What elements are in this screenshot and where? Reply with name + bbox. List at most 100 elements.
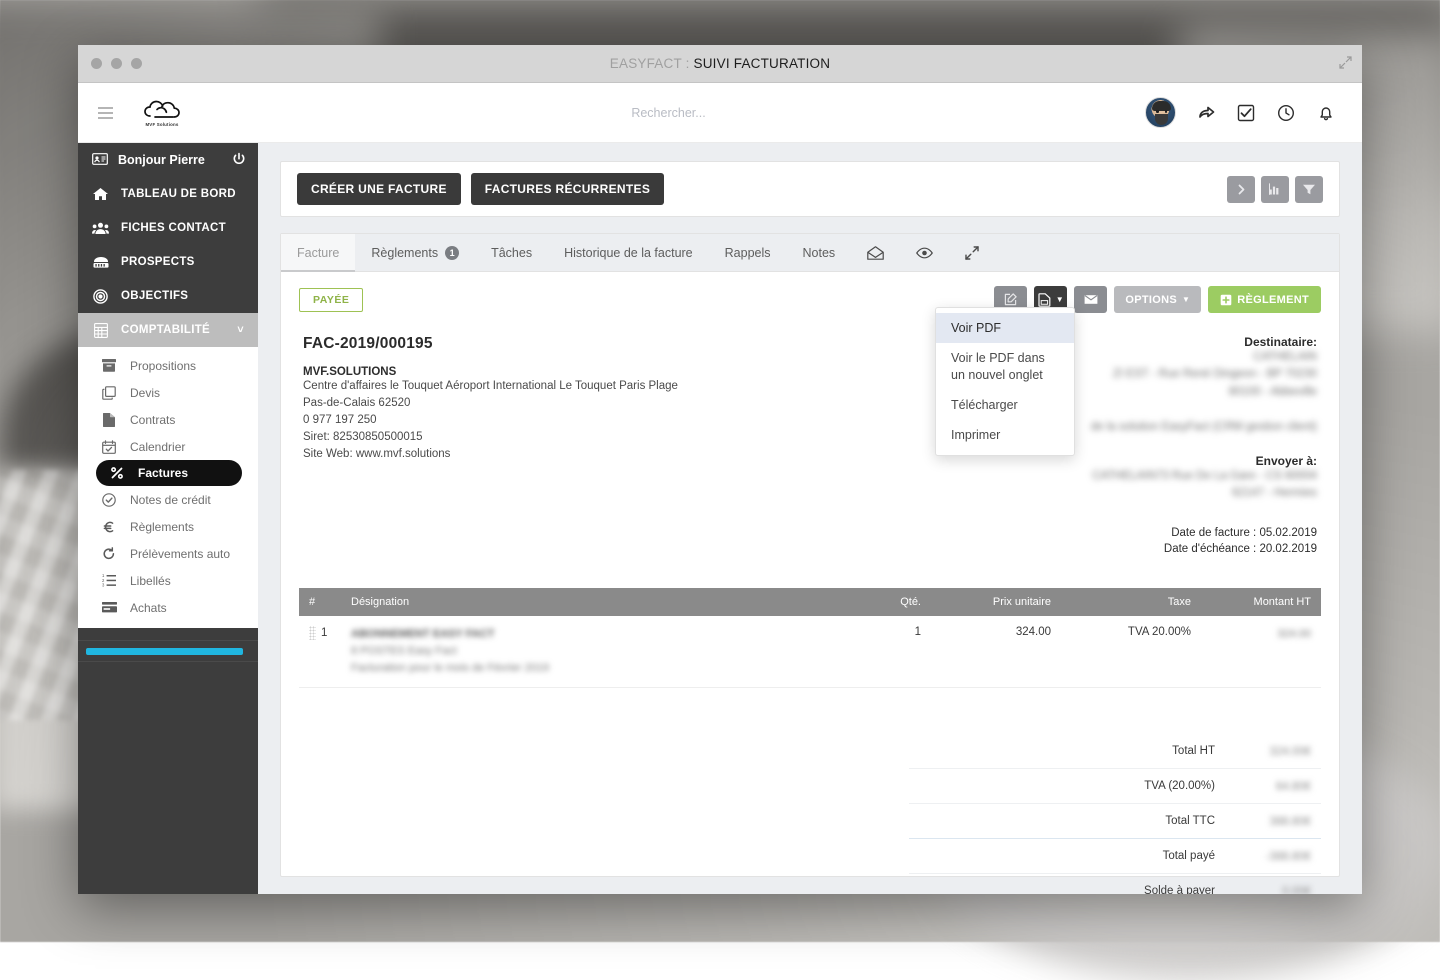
home-icon bbox=[92, 187, 109, 201]
envelope-open-icon[interactable] bbox=[851, 234, 900, 271]
tab-facture[interactable]: Facture bbox=[281, 234, 355, 271]
tab-taches[interactable]: Tâches bbox=[475, 234, 548, 271]
eye-icon[interactable] bbox=[900, 234, 949, 271]
sidebar-main-nav: TABLEAU DE BORD FICHES CONTACT bbox=[78, 177, 258, 347]
check-circle-icon bbox=[100, 493, 118, 507]
total-label: Total payé bbox=[1163, 850, 1215, 862]
total-value: -388.80€ bbox=[1215, 847, 1311, 865]
sidebar-horizontal-scrollbar[interactable] bbox=[78, 640, 258, 662]
bar-chart-icon-button[interactable] bbox=[1261, 176, 1289, 203]
menu-toggle-icon[interactable] bbox=[78, 107, 132, 119]
chevron-down-icon[interactable]: ˅ bbox=[237, 324, 244, 336]
caret-down-icon: ▼ bbox=[1182, 295, 1190, 304]
minimize-dot[interactable] bbox=[111, 58, 122, 69]
invoice-date-label: Date de facture : bbox=[1171, 527, 1256, 539]
total-value: 324.00€ bbox=[1215, 742, 1311, 760]
percent-icon bbox=[108, 466, 126, 480]
window-title-page: SUIVI FACTURATION bbox=[694, 56, 831, 71]
search-container[interactable] bbox=[559, 104, 779, 122]
create-invoice-button[interactable]: CRÉER UNE FACTURE bbox=[297, 173, 461, 205]
table-row[interactable]: 1 ABONNEMENT EASY FACT 8 POSTES Easy Fac… bbox=[299, 616, 1321, 688]
filter-icon-button[interactable] bbox=[1295, 176, 1323, 203]
email-invoice-button[interactable] bbox=[1074, 286, 1107, 313]
sidebar-item-achats[interactable]: Achats bbox=[78, 594, 258, 621]
drag-handle-icon[interactable] bbox=[309, 626, 316, 640]
sidebar-item-devis[interactable]: Devis bbox=[78, 379, 258, 406]
invoice-date-row: Date de facture : 05.02.2019 bbox=[917, 525, 1317, 542]
sidebar-greeting: Bonjour Pierre bbox=[118, 153, 205, 167]
tab-rappels[interactable]: Rappels bbox=[709, 234, 787, 271]
menu-item-imprimer[interactable]: Imprimer bbox=[936, 420, 1074, 450]
sidebar-item-factures[interactable]: Factures bbox=[96, 460, 242, 486]
menu-item-voir-pdf[interactable]: Voir PDF bbox=[936, 313, 1074, 343]
window-controls[interactable] bbox=[91, 58, 142, 69]
calculator-icon bbox=[92, 323, 109, 338]
sendto-label: Envoyer à: bbox=[917, 454, 1317, 468]
sidebar-item-label: Devis bbox=[130, 386, 160, 400]
page-toolbar: CRÉER UNE FACTURE FACTURES RÉCURRENTES bbox=[280, 161, 1340, 217]
recurring-invoices-button[interactable]: FACTURES RÉCURRENTES bbox=[471, 173, 664, 205]
invoice-date-value: 05.02.2019 bbox=[1259, 527, 1317, 539]
brand-logo[interactable]: MVF Solutions bbox=[132, 99, 192, 127]
sidebar-item-prospects[interactable]: PROSPECTS bbox=[78, 245, 258, 279]
archive-icon bbox=[100, 359, 118, 372]
power-icon[interactable] bbox=[232, 152, 246, 169]
sidebar-item-propositions[interactable]: Propositions bbox=[78, 352, 258, 379]
copy-icon bbox=[100, 386, 118, 400]
bell-icon[interactable] bbox=[1316, 103, 1336, 123]
issuer-website: Site Web: www.mvf.solutions bbox=[303, 446, 863, 463]
sidebar-item-notes-de-credit[interactable]: Notes de crédit bbox=[78, 486, 258, 513]
col-header-number: # bbox=[299, 588, 341, 616]
sidebar-item-reglements[interactable]: Règlements bbox=[78, 513, 258, 540]
sidebar-item-label: Notes de crédit bbox=[130, 493, 211, 507]
tab-notes[interactable]: Notes bbox=[787, 234, 852, 271]
caret-down-icon: ▼ bbox=[1056, 295, 1064, 304]
due-date-value: 20.02.2019 bbox=[1259, 543, 1317, 555]
resize-corner-icon[interactable] bbox=[1339, 56, 1352, 69]
sidebar-item-comptabilite[interactable]: COMPTABILITÉ ˅ bbox=[78, 313, 258, 347]
add-payment-button[interactable]: RÈGLEMENT bbox=[1208, 286, 1321, 313]
sidebar-sub-nav: Propositions Devis Contrats bbox=[78, 347, 258, 628]
sidebar-item-prelevements-auto[interactable]: Prélèvements auto bbox=[78, 540, 258, 567]
sidebar-item-tableau-de-bord[interactable]: TABLEAU DE BORD bbox=[78, 177, 258, 211]
tab-reglements[interactable]: Règlements 1 bbox=[355, 234, 475, 271]
clock-icon[interactable] bbox=[1276, 103, 1296, 123]
issuer-company-name: MVF.SOLUTIONS bbox=[303, 366, 863, 378]
check-square-icon[interactable] bbox=[1236, 103, 1256, 123]
invoice-tabs: Facture Règlements 1 Tâches Historique d… bbox=[281, 234, 1339, 272]
window-titlebar: EASYFACT : SUIVI FACTURATION bbox=[78, 45, 1362, 83]
tab-historique[interactable]: Historique de la facture bbox=[548, 234, 709, 271]
invoice-header-block: FAC-2019/000195 MVF.SOLUTIONS Centre d'a… bbox=[281, 313, 1339, 558]
total-row-tva: TVA (20.00%) 64.80€ bbox=[909, 769, 1321, 804]
share-arrow-icon[interactable] bbox=[1196, 103, 1216, 123]
search-input[interactable] bbox=[559, 106, 779, 120]
table-header-row: # Désignation Qté. Prix unitaire Taxe Mo… bbox=[299, 588, 1321, 616]
issuer-siret: Siret: 82530850500015 bbox=[303, 429, 863, 446]
sidebar-item-objectifs[interactable]: OBJECTIFS bbox=[78, 279, 258, 313]
expand-icon[interactable] bbox=[949, 234, 995, 271]
status-badge: 1 bbox=[445, 246, 459, 260]
menu-item-telecharger[interactable]: Télécharger bbox=[936, 390, 1074, 420]
calendar-icon bbox=[100, 440, 118, 454]
total-label: Total HT bbox=[1172, 745, 1215, 757]
menu-item-voir-pdf-nouvel-onglet[interactable]: Voir le PDF dans un nouvel onglet bbox=[936, 343, 1074, 390]
close-dot[interactable] bbox=[91, 58, 102, 69]
sidebar-filler bbox=[78, 662, 258, 894]
avatar[interactable] bbox=[1145, 97, 1176, 128]
tab-label: Rappels bbox=[725, 246, 771, 260]
col-header-designation: Désignation bbox=[341, 588, 841, 616]
refresh-icon bbox=[100, 547, 118, 561]
sidebar-item-calendrier[interactable]: Calendrier bbox=[78, 433, 258, 460]
options-dropdown-button[interactable]: OPTIONS ▼ bbox=[1114, 286, 1201, 313]
sidebar-item-libelles[interactable]: 1 2 3 Libellés bbox=[78, 567, 258, 594]
total-row-paid: Total payé -388.80€ bbox=[909, 839, 1321, 874]
total-row-ht: Total HT 324.00€ bbox=[909, 734, 1321, 769]
sidebar-item-fiches-contact[interactable]: FICHES CONTACT bbox=[78, 211, 258, 245]
maximize-dot[interactable] bbox=[131, 58, 142, 69]
row-number: 1 bbox=[321, 627, 327, 639]
chevron-right-icon-button[interactable] bbox=[1227, 176, 1255, 203]
designation-line3: Facturation pour le mois de Février 2019 bbox=[351, 660, 831, 677]
sidebar-scrollbar-thumb[interactable] bbox=[86, 648, 243, 655]
sidebar-item-label: TABLEAU DE BORD bbox=[121, 188, 236, 200]
sidebar-item-contrats[interactable]: Contrats bbox=[78, 406, 258, 433]
